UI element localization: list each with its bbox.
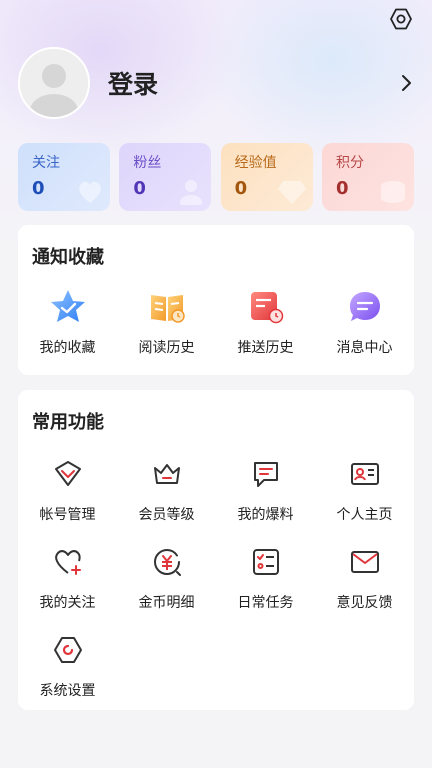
avatar[interactable] — [18, 47, 90, 119]
stat-label: 经验值 — [234, 155, 277, 171]
stat-fans[interactable]: 粉丝 0 — [119, 143, 212, 211]
item-label: 我的爆料 — [237, 507, 294, 523]
report-icon — [246, 454, 286, 494]
coin-detail-item[interactable]: 金币明细 — [117, 542, 216, 612]
heart-deco-icon — [79, 181, 101, 203]
daily-tasks-item[interactable]: 日常任务 — [216, 542, 315, 612]
item-label: 系统设置 — [39, 683, 96, 699]
item-label: 会员等级 — [138, 507, 195, 523]
login-label[interactable]: 登录 — [108, 65, 394, 101]
item-label: 我的收藏 — [39, 340, 96, 356]
stat-points[interactable]: 积分 0 — [321, 143, 414, 211]
id-card-icon — [345, 454, 385, 494]
stat-label: 粉丝 — [133, 155, 162, 171]
member-level-item[interactable]: 会员等级 — [117, 454, 216, 524]
system-settings-item[interactable]: 系统设置 — [18, 630, 117, 700]
stat-follow[interactable]: 关注 0 — [18, 143, 110, 211]
stat-label: 关注 — [32, 155, 60, 171]
coin-icon — [147, 542, 187, 582]
star-icon — [48, 287, 88, 327]
stat-exp[interactable]: 经验值 0 — [220, 143, 313, 211]
mail-icon — [345, 542, 385, 582]
personal-page-item[interactable]: 个人主页 — [315, 454, 414, 524]
settings-icon — [48, 630, 88, 670]
heart-plus-icon — [48, 542, 88, 582]
message-center-item[interactable]: 消息中心 — [315, 287, 414, 357]
settings-button[interactable] — [387, 5, 415, 33]
message-icon — [345, 287, 385, 327]
chevron-right-icon[interactable] — [394, 71, 418, 95]
coins-deco-icon — [380, 181, 405, 203]
header-background — [0, 0, 432, 260]
crown-icon — [147, 454, 187, 494]
task-list-icon — [246, 542, 286, 582]
settings-hex-icon — [390, 8, 412, 30]
gem-deco-icon — [277, 181, 306, 204]
item-label: 金币明细 — [138, 595, 195, 611]
user-deco-icon — [180, 180, 203, 205]
section-title: 常用功能 — [32, 412, 104, 433]
my-follows-item[interactable]: 我的关注 — [18, 542, 117, 612]
stat-label: 积分 — [335, 155, 364, 171]
favorites-item[interactable]: 我的收藏 — [18, 287, 117, 357]
item-label: 个人主页 — [336, 507, 393, 523]
push-history-item[interactable]: 推送历史 — [216, 287, 315, 357]
item-label: 阅读历史 — [138, 340, 195, 356]
account-manage-item[interactable]: 帐号管理 — [18, 454, 117, 524]
item-label: 意见反馈 — [336, 595, 393, 611]
notice-card: 通知收藏 我的收藏 阅读历史 推送历史 消息中心 — [18, 225, 414, 375]
item-label: 帐号管理 — [39, 507, 96, 523]
item-label: 推送历史 — [237, 340, 294, 356]
account-icon — [48, 454, 88, 494]
section-title: 通知收藏 — [32, 247, 104, 268]
stats-row: 关注 0 粉丝 0 经验值 0 积分 0 — [18, 143, 414, 211]
item-label: 日常任务 — [237, 595, 294, 611]
profile-header[interactable]: 登录 — [18, 47, 418, 119]
my-reports-item[interactable]: 我的爆料 — [216, 454, 315, 524]
feedback-item[interactable]: 意见反馈 — [315, 542, 414, 612]
default-avatar-icon — [20, 49, 88, 117]
read-history-item[interactable]: 阅读历史 — [117, 287, 216, 357]
book-icon — [147, 287, 187, 327]
common-functions-card: 常用功能 帐号管理 会员等级 我的爆料 个人主页 我的关注 金币明细 日常任务 … — [18, 390, 414, 710]
item-label: 我的关注 — [39, 595, 96, 611]
push-history-icon — [246, 287, 286, 327]
item-label: 消息中心 — [336, 340, 393, 356]
